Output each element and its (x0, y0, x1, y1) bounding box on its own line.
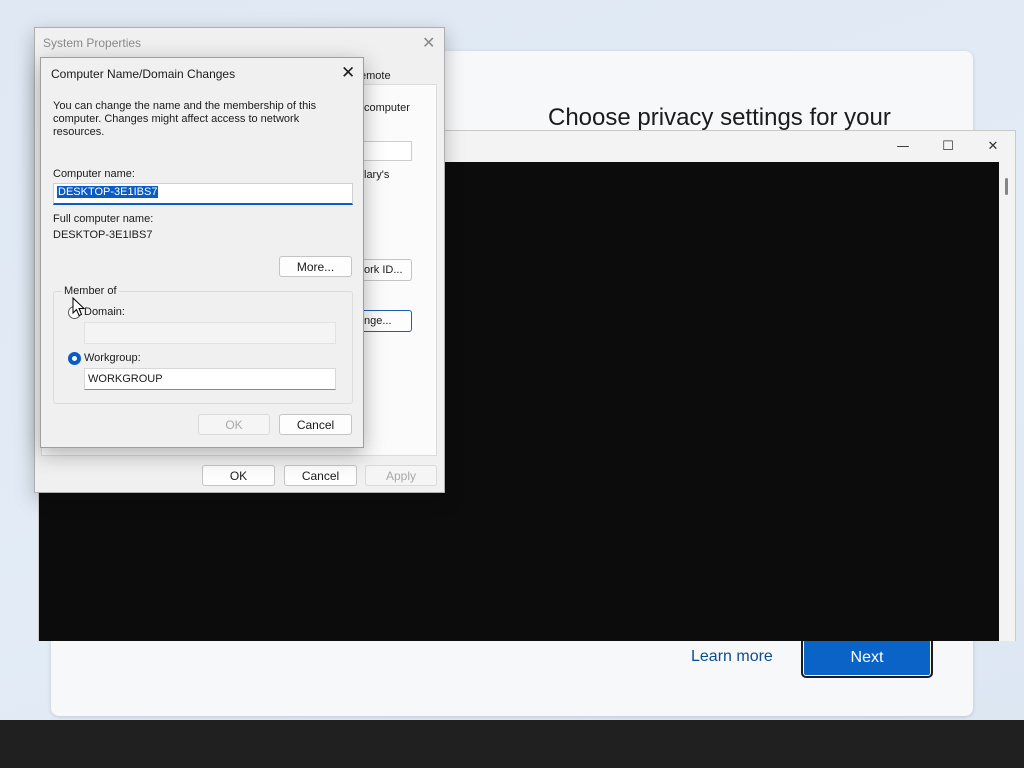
scrollbar-thumb[interactable] (1005, 178, 1008, 195)
more-button[interactable]: More... (279, 256, 352, 277)
member-of-legend: Member of (62, 285, 119, 297)
workgroup-radio[interactable] (68, 352, 81, 365)
example-fragment: lary's (364, 169, 390, 181)
change-button[interactable]: nge... (364, 310, 412, 332)
member-of-group: Member of Domain: Workgroup: WORKGROUP (53, 285, 353, 404)
learn-more-link[interactable]: Learn more (691, 648, 773, 666)
dialog-description: You can change the name and the membersh… (53, 100, 317, 138)
dialog-title: Computer Name/Domain Changes (51, 67, 236, 81)
taskbar (0, 720, 1024, 768)
domain-field[interactable] (84, 322, 336, 344)
maximize-icon[interactable]: ☐ (925, 131, 971, 161)
network-id-button[interactable]: ork ID... (364, 259, 412, 281)
console-scrollbar[interactable] (999, 162, 1015, 641)
mouse-cursor-icon (72, 297, 85, 317)
cancel-button[interactable]: Cancel (284, 465, 357, 486)
computer-name-value: DESKTOP-3E1IBS7 (57, 186, 159, 198)
ok-button[interactable]: OK (202, 465, 275, 486)
minimize-icon[interactable]: — (880, 131, 926, 161)
apply-button[interactable]: Apply (365, 465, 437, 486)
full-name-value: DESKTOP-3E1IBS7 (53, 229, 153, 241)
next-button[interactable]: Next (801, 637, 933, 678)
privacy-heading: Choose privacy settings for your (548, 104, 891, 131)
domain-label: Domain: (84, 306, 125, 318)
computer-name-input[interactable]: DESKTOP-3E1IBS7 (53, 183, 353, 205)
close-icon[interactable]: ✕ (970, 131, 1016, 161)
description-fragment: computer (364, 102, 410, 114)
workgroup-field[interactable]: WORKGROUP (84, 368, 336, 390)
close-icon[interactable]: ✕ (341, 63, 355, 83)
computer-name-dialog: Computer Name/Domain Changes ✕ You can c… (40, 57, 364, 448)
description-field[interactable] (364, 141, 412, 161)
workgroup-label: Workgroup: (84, 352, 141, 364)
computer-name-label: Computer name: (53, 168, 135, 180)
ok-button[interactable]: OK (198, 414, 270, 435)
tab-remote[interactable]: emote (360, 70, 391, 82)
dialog-title: System Properties (43, 36, 142, 50)
cancel-button[interactable]: Cancel (279, 414, 352, 435)
close-icon[interactable]: ✕ (422, 33, 435, 53)
full-name-label: Full computer name: (53, 213, 154, 225)
